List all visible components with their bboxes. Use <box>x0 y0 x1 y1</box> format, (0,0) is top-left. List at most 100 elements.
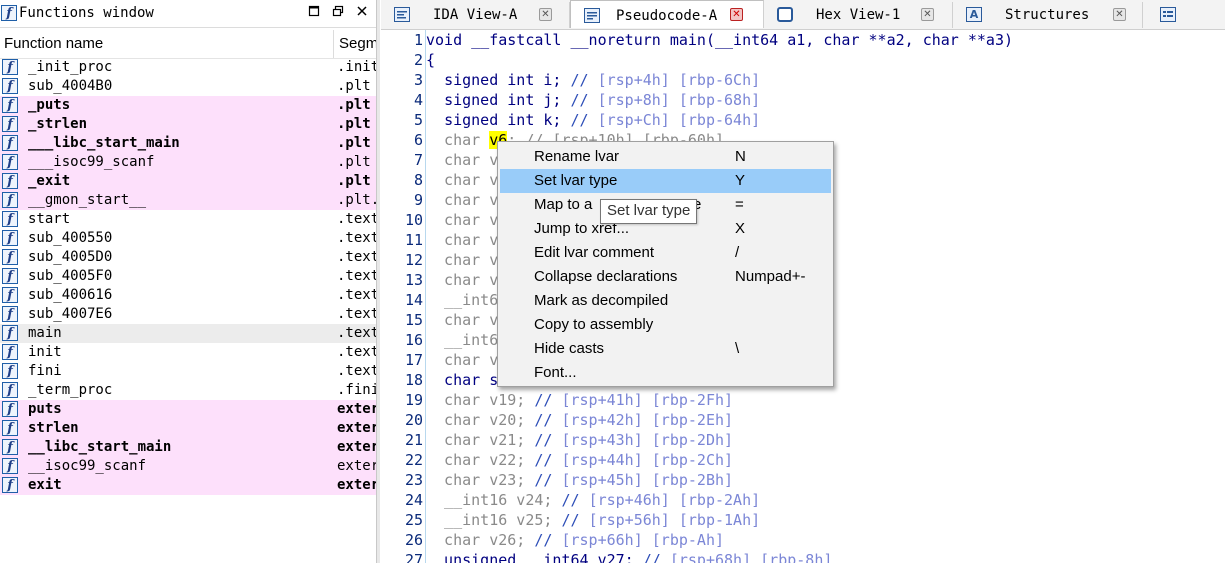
function-row[interactable]: f main .text <box>0 324 376 343</box>
line-number: 12 <box>404 251 423 269</box>
close-tab-icon[interactable]: ✕ <box>1113 8 1126 21</box>
function-row[interactable]: f start .text <box>0 210 376 229</box>
column-separator[interactable] <box>333 30 334 58</box>
function-name: ___libc_start_main <box>28 135 180 151</box>
function-icon: f <box>2 154 18 170</box>
menu-item-collapse-declarations[interactable]: Collapse declarations Numpad+- <box>500 265 831 289</box>
menu-item-hide-casts[interactable]: Hide casts \ <box>500 337 831 361</box>
menu-item-set-lvar-type[interactable]: Set lvar type Y <box>500 169 831 193</box>
column-header-segment[interactable]: Segm <box>339 35 376 52</box>
menu-item-rename-lvar[interactable]: Rename lvar N <box>500 145 831 169</box>
tab-enums[interactable] <box>1143 2 1225 28</box>
function-row[interactable]: f sub_400616 .text <box>0 286 376 305</box>
function-icon: f <box>2 249 18 265</box>
tab-label: IDA View-A <box>433 7 518 23</box>
function-segment: .text <box>337 230 376 246</box>
function-icon: f <box>2 458 18 474</box>
line-number: 3 <box>413 71 423 89</box>
tab-hex-view-1[interactable]: Hex View-1 ✕ <box>764 2 953 28</box>
function-row[interactable]: f _term_proc .fini <box>0 381 376 400</box>
function-row[interactable]: f puts exter <box>0 400 376 419</box>
close-tab-icon[interactable]: ✕ <box>921 8 934 21</box>
function-icon: f <box>2 135 18 151</box>
function-icon: f <box>2 78 18 94</box>
menu-item-label: Copy to assembly <box>534 316 654 333</box>
code-token: char v22; <box>426 451 535 469</box>
function-row[interactable]: f _strlen .plt <box>0 115 376 134</box>
code-token: signed int i; <box>444 71 571 89</box>
function-row[interactable]: f _exit .plt <box>0 172 376 191</box>
function-icon: f <box>2 420 18 436</box>
code-text: __int6 <box>426 291 498 309</box>
function-icon: f <box>2 306 18 322</box>
line-number: 5 <box>413 111 423 129</box>
function-row[interactable]: f sub_4004B0 .plt <box>0 77 376 96</box>
function-segment: exter <box>337 458 376 474</box>
tab-ida-view-a[interactable]: IDA View-A ✕ <box>381 2 570 28</box>
function-icon: f <box>2 363 18 379</box>
function-row[interactable]: f sub_4005D0 .text <box>0 248 376 267</box>
context-menu: Rename lvar N Set lvar type Y Map to a e… <box>497 141 834 387</box>
restore-window-icon[interactable] <box>307 5 321 19</box>
line-number: 7 <box>413 151 423 169</box>
menu-item-font[interactable]: Font... <box>500 361 831 385</box>
code-text: void __fastcall __noreturn main(__int64 … <box>426 31 1013 49</box>
function-icon: f <box>2 211 18 227</box>
column-header-function-name[interactable]: Function name <box>4 35 103 52</box>
pseudocode-icon <box>584 8 600 23</box>
code-text: signed int k; // [rsp+Ch] [rbp-64h] <box>426 111 760 129</box>
menu-item-copy-to-assembly[interactable]: Copy to assembly <box>500 313 831 337</box>
function-row[interactable]: f __libc_start_main exter <box>0 438 376 457</box>
close-window-icon[interactable] <box>355 5 369 19</box>
function-name: start <box>28 211 71 227</box>
tab-label: Pseudocode-A <box>616 8 718 24</box>
menu-item-label: Edit lvar comment <box>534 244 655 261</box>
menu-item-mark-as-decompiled[interactable]: Mark as decompiled <box>500 289 831 313</box>
pane-splitter[interactable] <box>376 0 380 563</box>
code-token: // <box>534 451 562 469</box>
function-row[interactable]: f sub_400550 .text <box>0 229 376 248</box>
function-row[interactable]: f init .text <box>0 343 376 362</box>
code-token: // <box>570 71 598 89</box>
function-row[interactable]: f fini .text <box>0 362 376 381</box>
function-icon: f <box>2 192 18 208</box>
function-icon: f <box>1 5 17 21</box>
menu-item-label: Set lvar type <box>534 172 618 189</box>
float-window-icon[interactable] <box>331 5 345 19</box>
code-token: // <box>534 391 562 409</box>
function-row[interactable]: f ___isoc99_scanf .plt <box>0 153 376 172</box>
function-segment: .text <box>337 211 376 227</box>
code-text: char v26; // [rsp+66h] [rbp-Ah] <box>426 531 724 549</box>
line-number: 1 <box>413 31 423 49</box>
close-tab-icon[interactable]: ✕ <box>730 8 743 21</box>
functions-window-titlebar[interactable]: f Functions window <box>0 0 376 28</box>
menu-item-edit-lvar-comment[interactable]: Edit lvar comment / <box>500 241 831 265</box>
tab-structures[interactable]: A Structures ✕ <box>953 2 1143 28</box>
function-name: exit <box>28 477 62 493</box>
function-segment: .plt. <box>337 192 376 208</box>
close-tab-icon[interactable]: ✕ <box>539 8 552 21</box>
function-row[interactable]: f _puts .plt <box>0 96 376 115</box>
code-token: signed int j; <box>444 91 571 109</box>
function-name: __libc_start_main <box>28 439 172 455</box>
function-row[interactable]: f sub_4005F0 .text <box>0 267 376 286</box>
menu-item-label: Collapse declarations <box>534 268 678 285</box>
code-token: signed int k; <box>444 111 571 129</box>
function-row[interactable]: f strlen exter <box>0 419 376 438</box>
function-name: sub_400550 <box>28 230 113 246</box>
function-row[interactable]: f ___libc_start_main .plt <box>0 134 376 153</box>
line-number: 17 <box>404 351 423 369</box>
function-row[interactable]: f _init_proc .init <box>0 58 376 77</box>
function-segment: .plt <box>337 97 371 113</box>
tab-pseudocode-a[interactable]: Pseudocode-A ✕ <box>570 0 764 28</box>
code-token: // <box>570 111 598 129</box>
function-row[interactable]: f exit exter <box>0 476 376 495</box>
function-row[interactable]: f sub_4007E6 .text <box>0 305 376 324</box>
code-token: [rsp+45h] [rbp-2Bh] <box>561 471 734 489</box>
tab-label: Hex View-1 <box>816 7 901 23</box>
view-tab-bar: IDA View-A ✕ Pseudocode-A ✕ Hex View-1 ✕… <box>381 0 1225 30</box>
function-row[interactable]: f __gmon_start__ .plt. <box>0 191 376 210</box>
function-row[interactable]: f __isoc99_scanf exter <box>0 457 376 476</box>
code-token: char <box>426 131 490 149</box>
function-name: ___isoc99_scanf <box>28 154 155 170</box>
